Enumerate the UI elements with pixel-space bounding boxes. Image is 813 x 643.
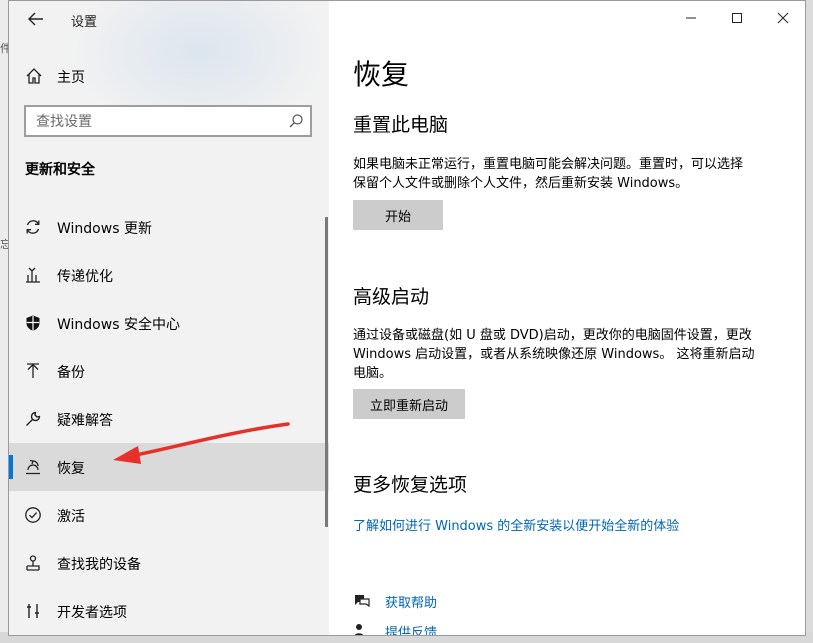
backup-arrow-icon (27, 363, 39, 378)
sidebar-item-home[interactable]: 主页 (9, 61, 329, 91)
recovery-icon (26, 459, 40, 475)
sidebar-item-label: 恢复 (57, 461, 85, 477)
advanced-startup-heading: 高级启动 (353, 286, 430, 308)
feedback-label: 提供反馈 (385, 626, 438, 636)
selection-indicator (9, 455, 13, 479)
sidebar-item-label: 激活 (57, 509, 85, 525)
reset-description-line: 如果电脑未正常运行，重置电脑可能会解决问题。重置时，可以选择 (353, 157, 744, 172)
sidebar-item-label: 主页 (57, 70, 85, 86)
advanced-description-line: 电脑。 (353, 366, 393, 381)
sidebar-item-troubleshoot[interactable]: 疑难解答 (9, 395, 329, 443)
sidebar-item-label: 疑难解答 (57, 413, 113, 429)
reset-heading: 重置此电脑 (353, 114, 449, 136)
search-input[interactable] (34, 111, 278, 133)
sidebar-item-windows-security[interactable]: Windows 安全中心 (9, 299, 329, 347)
advanced-description-line: 通过设备或磁盘(如 U 盘或 DVD)启动，更改你的电脑固件设置，更改 (353, 328, 752, 343)
search-icon[interactable] (288, 113, 304, 129)
content-pane: 恢复 重置此电脑 如果电脑未正常运行，重置电脑可能会解决问题。重置时，可以选择 … (329, 1, 805, 636)
sidebar-item-find-my-device[interactable]: 查找我的设备 (9, 539, 329, 587)
restart-now-button[interactable]: 立即重新启动 (353, 389, 465, 419)
minimize-icon (686, 17, 696, 19)
back-arrow-icon (28, 12, 43, 26)
sidebar-item-label: Windows 更新 (57, 221, 152, 237)
section-title: 更新和安全 (25, 162, 95, 178)
sidebar-item-delivery-optimization[interactable]: 传递优化 (9, 251, 329, 299)
refresh-icon (26, 220, 40, 234)
maximize-button[interactable] (717, 5, 757, 31)
developer-icon (27, 604, 39, 618)
window-title: 设置 (71, 15, 98, 30)
advanced-description-line: Windows 启动设置，或者从系统映像还原 Windows。 这将重新启动 (353, 347, 755, 362)
sidebar: 设置 主页 更新和安全 Windows 更新 (9, 1, 329, 635)
page-title: 恢复 (353, 58, 410, 91)
more-recovery-heading: 更多恢复选项 (353, 474, 468, 496)
delivery-optimization-icon (26, 267, 40, 283)
sidebar-scrollbar[interactable] (325, 217, 328, 527)
close-button[interactable] (763, 5, 803, 31)
fresh-install-link[interactable]: 了解如何进行 Windows 的全新安装以便开始全新的体验 (353, 515, 679, 534)
search-box (24, 105, 312, 137)
sidebar-item-label: 备份 (57, 365, 85, 381)
sidebar-item-backup[interactable]: 备份 (9, 347, 329, 395)
chat-help-icon (355, 595, 370, 608)
minimize-button[interactable] (671, 5, 711, 31)
settings-window: 设置 主页 更新和安全 Windows 更新 (8, 0, 806, 636)
maximize-icon (732, 13, 742, 23)
back-button[interactable] (21, 7, 51, 31)
reset-start-button[interactable]: 开始 (353, 200, 443, 230)
sidebar-item-label: Windows 安全中心 (57, 317, 180, 333)
check-circle-icon (25, 507, 41, 523)
get-help-label: 获取帮助 (385, 596, 438, 611)
reset-description-line: 保留个人文件或删除个人文件，然后重新安装 Windows。 (353, 176, 689, 191)
advanced-startup-description: 通过设备或磁盘(如 U 盘或 DVD)启动，更改你的电脑固件设置，更改 Wind… (353, 326, 783, 383)
find-device-icon (26, 555, 40, 571)
sidebar-item-recovery[interactable]: 恢复 (9, 443, 329, 491)
sidebar-item-label: 查找我的设备 (57, 557, 141, 573)
home-icon (26, 68, 42, 84)
reset-description: 如果电脑未正常运行，重置电脑可能会解决问题。重置时，可以选择 保留个人文件或删除… (353, 155, 783, 193)
sidebar-item-label: 开发者选项 (57, 605, 127, 621)
shield-icon (26, 315, 40, 331)
sidebar-item-activation[interactable]: 激活 (9, 491, 329, 539)
feedback-person-icon (354, 624, 364, 635)
sidebar-item-label: 传递优化 (57, 269, 113, 285)
wrench-icon (26, 411, 41, 426)
close-icon (777, 12, 789, 24)
sidebar-item-windows-update[interactable]: Windows 更新 (9, 203, 329, 251)
sidebar-item-developer-options[interactable]: 开发者选项 (9, 587, 329, 635)
